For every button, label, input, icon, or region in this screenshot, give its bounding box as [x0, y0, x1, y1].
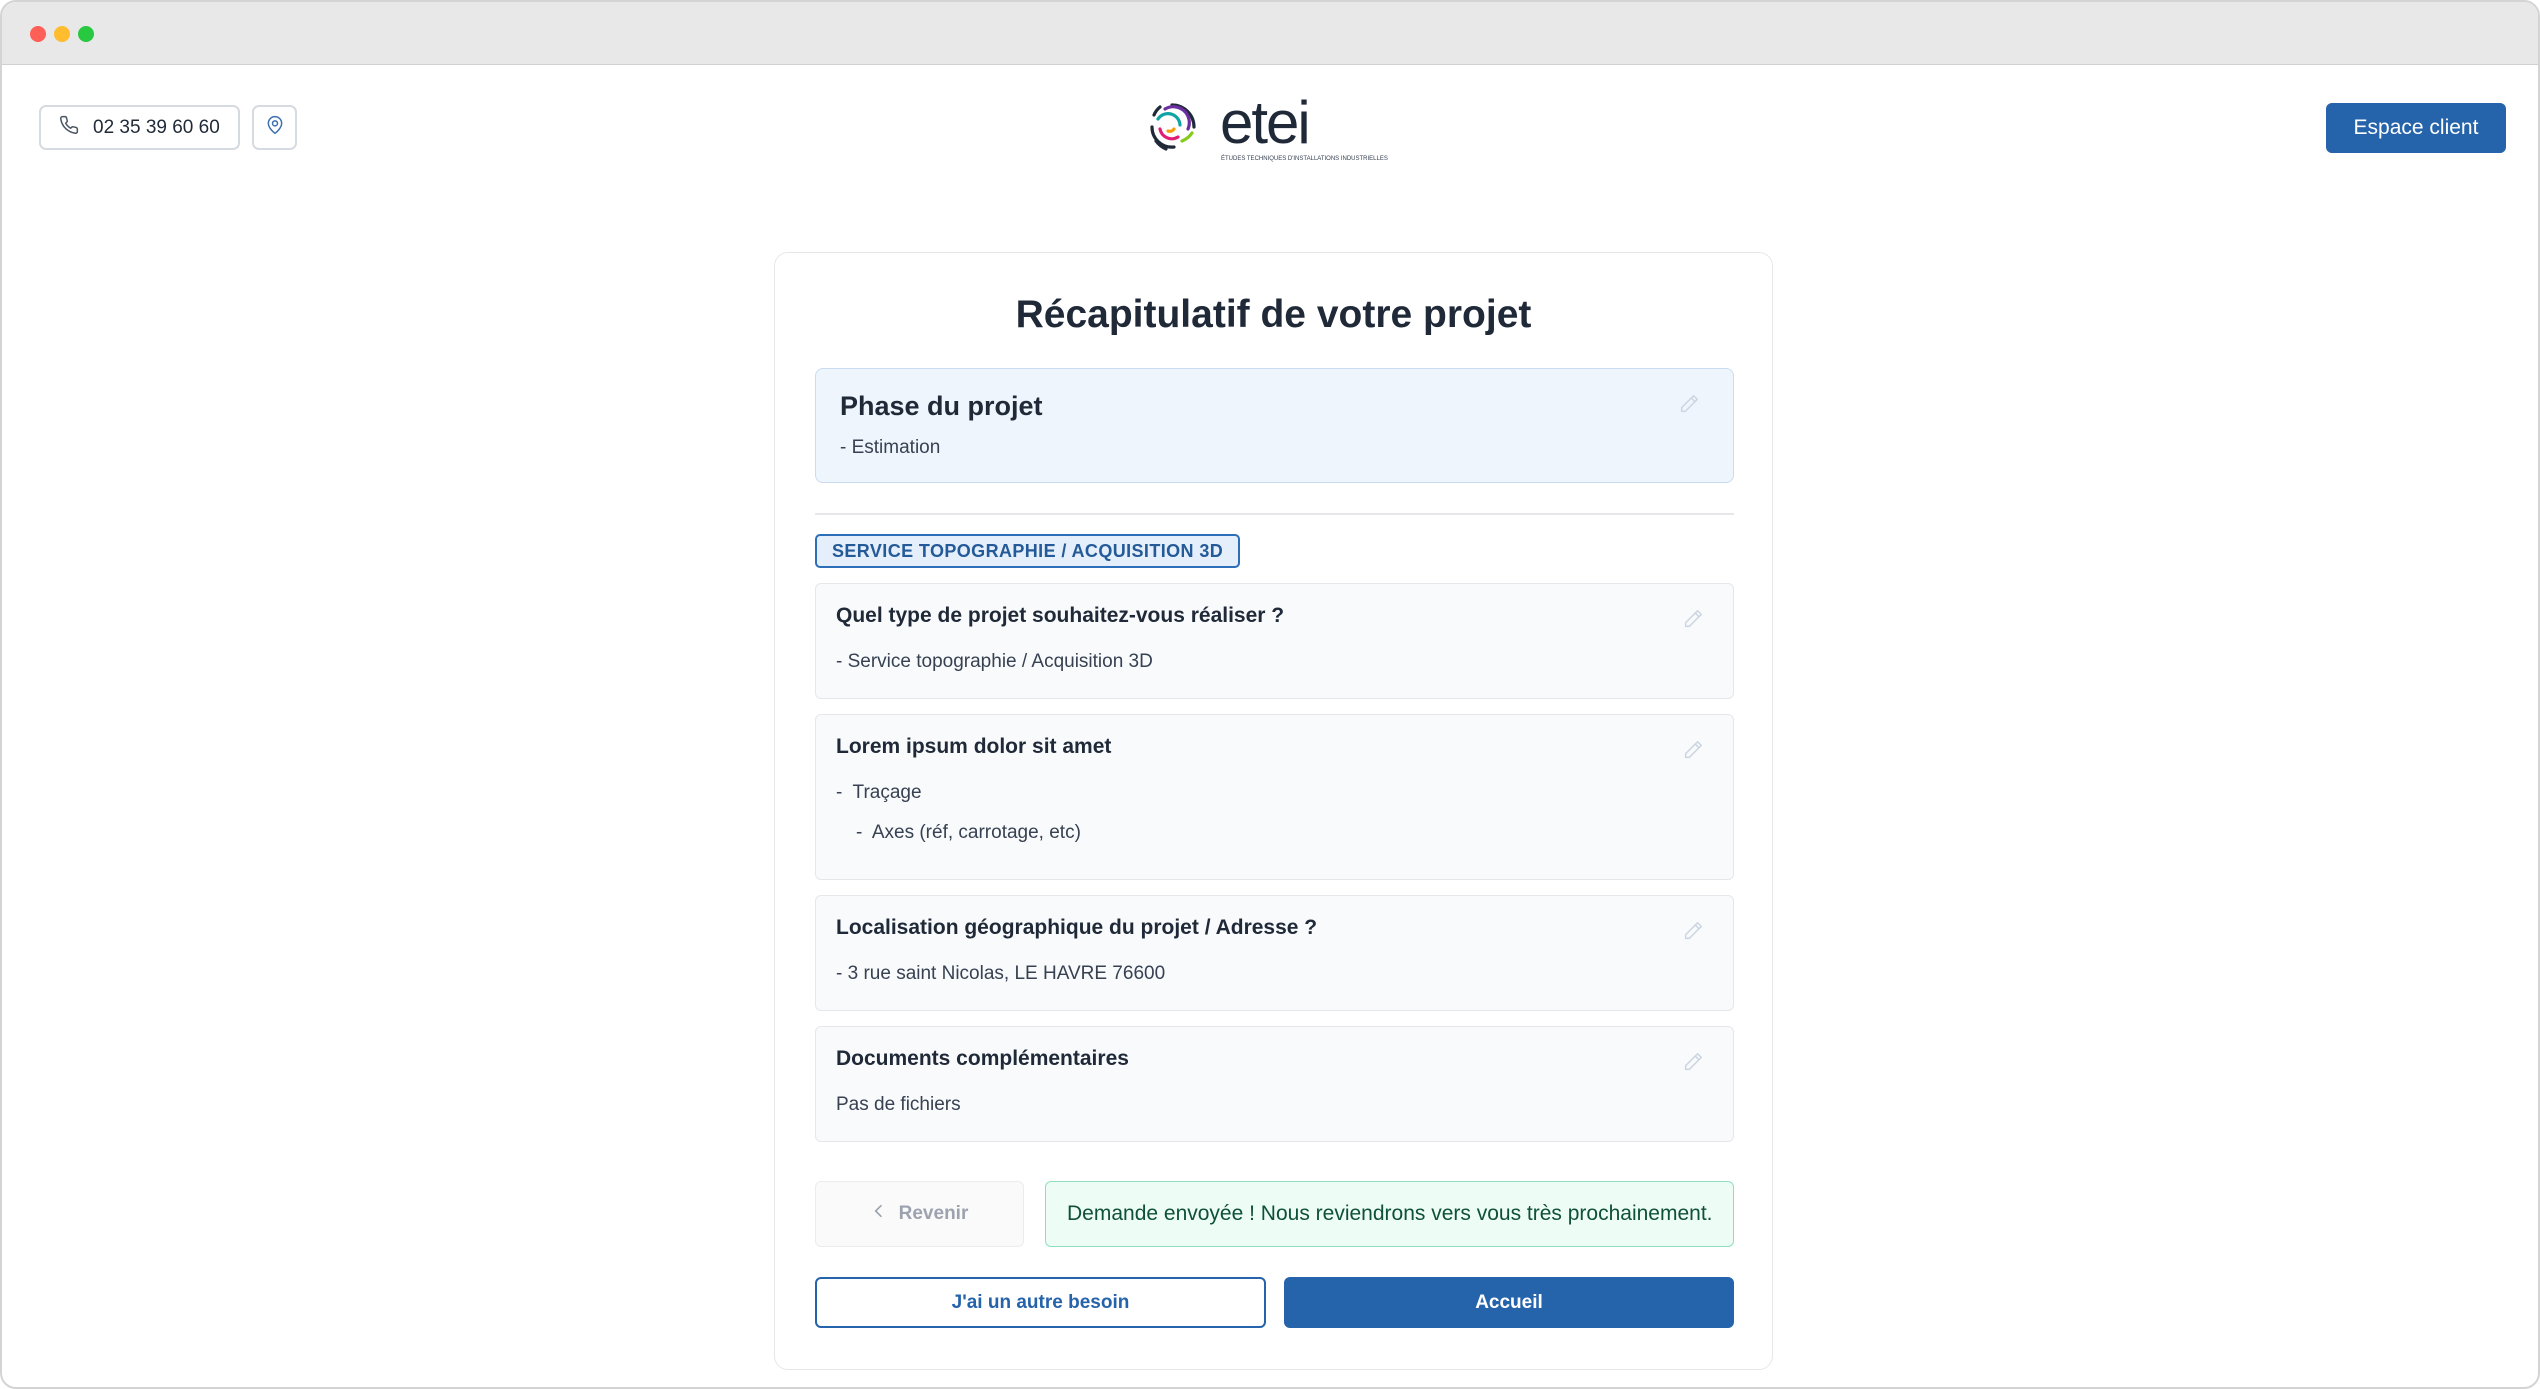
logo-wordmark: etei	[1220, 89, 1309, 156]
question-card: Documents complémentaires Pas de fichier…	[815, 1026, 1734, 1142]
back-button-label: Revenir	[898, 1203, 969, 1224]
section-divider	[815, 513, 1734, 515]
window-titlebar	[2, 2, 2538, 65]
success-alert: Demande envoyée ! Nous reviendrons vers …	[1045, 1181, 1734, 1247]
browser-window: 02 35 39 60 60 etei ÉTUDES TECHNIQUES D'…	[0, 0, 2540, 1389]
question-title: Quel type de projet souhaitez-vous réali…	[836, 604, 1285, 627]
question-title: Lorem ipsum dolor sit amet	[836, 735, 1112, 758]
minimize-window-button[interactable]	[54, 26, 70, 42]
phone-button[interactable]: 02 35 39 60 60	[39, 105, 240, 150]
pencil-icon[interactable]	[1682, 608, 1704, 630]
service-badge: SERVICE TOPOGRAPHIE / ACQUISITION 3D	[815, 534, 1241, 568]
phase-section: Phase du projet - Estimation	[815, 368, 1734, 483]
location-button[interactable]	[252, 105, 297, 150]
answer-line: - Service topographie / Acquisition 3D	[836, 651, 1153, 672]
site-header: 02 35 39 60 60 etei ÉTUDES TECHNIQUES D'…	[2, 65, 2538, 185]
pencil-icon[interactable]	[1678, 393, 1700, 415]
answer-line: - Traçage	[836, 782, 922, 803]
answer-line: - 3 rue saint Nicolas, LE HAVRE 76600	[836, 963, 1166, 984]
phone-number: 02 35 39 60 60	[93, 116, 220, 138]
recap-card: Récapitulatif de votre projet Phase du p…	[774, 252, 1773, 1370]
phone-icon	[59, 115, 79, 141]
answer-line: Pas de fichiers	[836, 1094, 961, 1115]
chevron-left-icon	[871, 1203, 887, 1225]
home-button[interactable]: Accueil	[1284, 1277, 1734, 1328]
maximize-window-button[interactable]	[78, 26, 94, 42]
question-card: Localisation géographique du projet / Ad…	[815, 895, 1734, 1011]
etei-logo[interactable]: etei ÉTUDES TECHNIQUES D'INSTALLATIONS I…	[1132, 85, 1412, 165]
question-title: Documents complémentaires	[836, 1047, 1129, 1070]
answer-subline: - Axes (réf, carrotage, etc)	[856, 822, 1081, 843]
logo-tagline: ÉTUDES TECHNIQUES D'INSTALLATIONS INDUST…	[1221, 155, 1388, 162]
map-pin-icon	[265, 115, 285, 140]
phase-title: Phase du projet	[840, 391, 1043, 421]
question-title: Localisation géographique du projet / Ad…	[836, 916, 1318, 939]
pencil-icon[interactable]	[1682, 920, 1704, 942]
pencil-icon[interactable]	[1682, 1051, 1704, 1073]
question-card: Lorem ipsum dolor sit amet - Traçage - A…	[815, 714, 1734, 880]
page-title: Récapitulatif de votre projet	[1015, 293, 1532, 336]
other-need-button[interactable]: J'ai un autre besoin	[815, 1277, 1266, 1328]
close-window-button[interactable]	[30, 26, 46, 42]
client-area-button[interactable]: Espace client	[2326, 103, 2506, 153]
phase-value: - Estimation	[840, 437, 941, 458]
pencil-icon[interactable]	[1682, 739, 1704, 761]
back-button[interactable]: Revenir	[815, 1181, 1024, 1247]
question-card: Quel type de projet souhaitez-vous réali…	[815, 583, 1734, 699]
